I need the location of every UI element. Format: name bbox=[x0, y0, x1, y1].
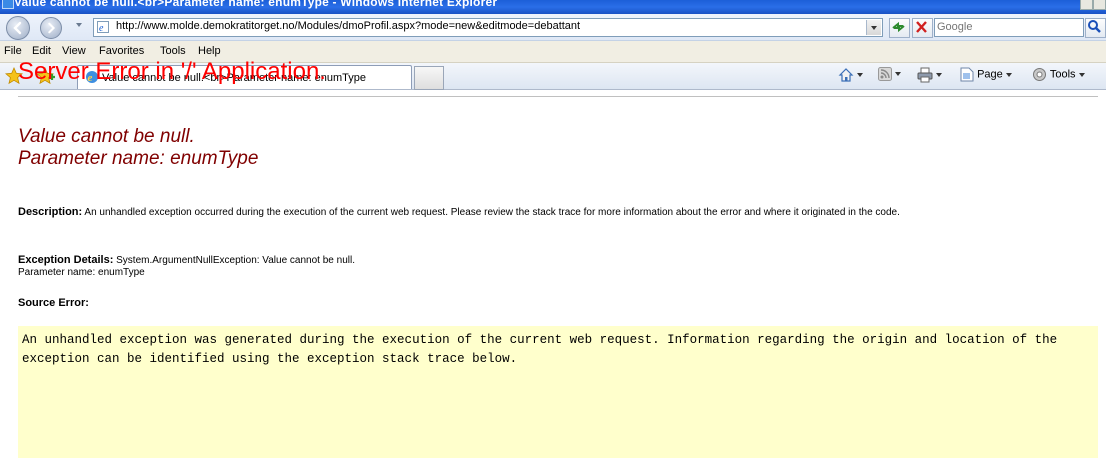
maximize-button[interactable] bbox=[1093, 0, 1106, 10]
forward-arrow-icon bbox=[48, 22, 56, 34]
home-button[interactable] bbox=[838, 67, 863, 85]
menu-file[interactable]: File bbox=[4, 45, 22, 57]
error-message: Value cannot be null. Parameter name: en… bbox=[18, 126, 258, 170]
error-message-line1: Value cannot be null. bbox=[18, 126, 195, 147]
print-button[interactable] bbox=[917, 67, 942, 85]
description-text: An unhandled exception occurred during t… bbox=[82, 207, 900, 218]
address-dropdown-button[interactable] bbox=[866, 20, 881, 35]
page-icon bbox=[960, 67, 974, 82]
minimize-button[interactable] bbox=[1080, 0, 1093, 10]
ie-window-icon bbox=[2, 0, 14, 9]
window-title-bar: Value cannot be null.<br>Parameter name:… bbox=[0, 0, 1106, 14]
recent-pages-dropdown[interactable] bbox=[76, 23, 82, 27]
error-message-line2: Parameter name: enumType bbox=[18, 148, 259, 169]
search-button[interactable] bbox=[1085, 18, 1106, 38]
description-label: Description: bbox=[18, 206, 83, 218]
forward-button[interactable] bbox=[40, 17, 62, 39]
stop-icon bbox=[916, 21, 927, 33]
address-field[interactable]: e http://www.molde.demokratitorget.no/Mo… bbox=[93, 18, 883, 37]
refresh-icon bbox=[892, 21, 905, 33]
page-menu-button[interactable]: Page bbox=[960, 67, 1012, 85]
new-tab-button[interactable] bbox=[414, 66, 444, 90]
exception-text: System.ArgumentNullException: Value cann… bbox=[113, 255, 355, 266]
exception-param: Parameter name: enumType bbox=[18, 267, 145, 278]
source-error-label: Source Error: bbox=[18, 297, 89, 309]
feeds-icon bbox=[878, 67, 892, 81]
page-menu-label: Page bbox=[977, 68, 1003, 81]
title-divider bbox=[18, 96, 1098, 97]
stop-button[interactable] bbox=[912, 18, 933, 38]
search-magnifier-icon bbox=[1088, 20, 1101, 33]
search-box[interactable] bbox=[934, 18, 1084, 37]
source-error-section: Source Error: bbox=[18, 297, 89, 309]
error-description: Description: An unhandled exception occu… bbox=[18, 206, 1098, 219]
tools-gear-icon bbox=[1033, 68, 1046, 81]
menu-edit[interactable]: Edit bbox=[32, 45, 51, 57]
address-url[interactable]: http://www.molde.demokratitorget.no/Modu… bbox=[116, 20, 580, 32]
refresh-button[interactable] bbox=[889, 18, 910, 38]
tools-menu-button[interactable]: Tools bbox=[1032, 67, 1085, 85]
source-error-box: An unhandled exception was generated dur… bbox=[18, 326, 1098, 458]
search-input[interactable] bbox=[937, 20, 1077, 34]
svg-text:e: e bbox=[99, 23, 104, 33]
exception-label: Exception Details: bbox=[18, 254, 114, 266]
print-icon bbox=[917, 67, 933, 83]
menu-favorites[interactable]: Favorites bbox=[99, 45, 144, 57]
menu-help[interactable]: Help bbox=[198, 45, 221, 57]
menu-view[interactable]: View bbox=[62, 45, 86, 57]
feeds-button[interactable] bbox=[878, 67, 901, 85]
window-title: Value cannot be null.<br>Parameter name:… bbox=[14, 0, 498, 9]
ie-page-icon: e bbox=[97, 21, 109, 33]
address-toolbar: e http://www.molde.demokratitorget.no/Mo… bbox=[0, 14, 1106, 41]
back-arrow-icon bbox=[13, 21, 22, 35]
tools-menu-label: Tools bbox=[1049, 68, 1076, 81]
home-icon bbox=[838, 68, 854, 82]
page-title: Server Error in '/' Application. bbox=[18, 58, 326, 85]
back-button[interactable] bbox=[6, 16, 30, 40]
exception-details: Exception Details: System.ArgumentNullEx… bbox=[18, 254, 1098, 279]
menu-tools[interactable]: Tools bbox=[160, 45, 186, 57]
source-error-text: An unhandled exception was generated dur… bbox=[22, 333, 1065, 366]
